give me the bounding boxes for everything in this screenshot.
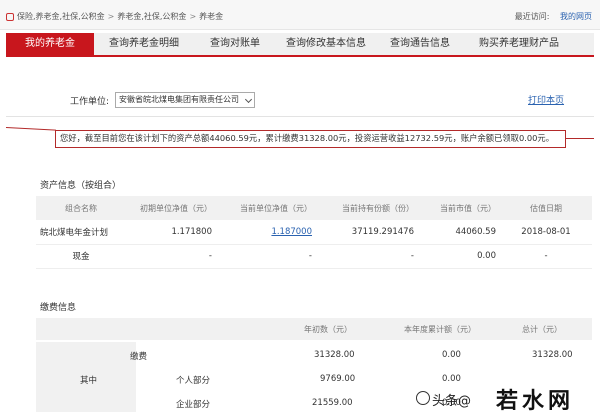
table-header-row: 年初数（元） 本年度累计额（元） 总计（元） — [36, 318, 592, 340]
column-header: 当前市值（元） — [418, 196, 500, 220]
unit-value-link[interactable]: 1.187000 — [271, 227, 312, 237]
table-cell: 0.00 — [442, 350, 461, 360]
tab-my-pension[interactable]: 我的养老金 — [6, 33, 94, 55]
table-cell: - — [410, 251, 414, 261]
row-label: 其中 — [80, 376, 98, 386]
table-cell: 2018-08-01 — [521, 226, 571, 237]
asset-section-title: 资产信息（按组合） — [40, 181, 122, 191]
chevron-down-icon — [245, 95, 253, 104]
contribution-section-title: 缴费信息 — [40, 303, 77, 313]
main-nav: 我的养老金 查询养老金明细 查询对账单 查询修改基本信息 查询通告信息 购买养老… — [6, 33, 594, 57]
column-header: 当前单位净值（元） — [216, 196, 316, 220]
breadcrumb-separator: > — [107, 12, 115, 21]
table-cell: 现金 — [72, 252, 90, 262]
column-header: 初期单位净值（元） — [126, 196, 216, 220]
notice-border-line — [566, 138, 594, 139]
top-bar: 保险,养老金,社保,公积金 > 养老金,社保,公积金 > 养老金 最近访问: 我… — [0, 0, 600, 30]
table-row: 现金 - - - 0.00 - — [36, 244, 592, 268]
table-cell: 1.187000 — [216, 220, 316, 244]
table-row: 缴费 31328.00 0.00 31328.00 — [36, 344, 592, 366]
row-label: 缴费 — [130, 352, 148, 362]
print-link[interactable]: 打印本页 — [528, 93, 564, 106]
table-cell: - — [208, 251, 212, 261]
column-header: 本年度累计额（元） — [404, 325, 476, 334]
asset-summary-notice: 您好，截至目前您在该计划下的资产总额44060.59元，累计缴费31328.00… — [55, 130, 566, 148]
watermark-left-text: 头条@ — [432, 394, 472, 409]
table-cell: 31328.00 — [532, 350, 573, 360]
column-header: 组合名称 — [36, 196, 126, 220]
work-unit-select[interactable]: 安徽省皖北煤电集团有限责任公司 — [115, 92, 256, 108]
table-cell: - — [544, 251, 548, 261]
column-header: 年初数（元） — [304, 325, 352, 334]
work-unit-row: 工作单位: 安徽省皖北煤电集团有限责任公司 — [70, 92, 256, 108]
tab-statement[interactable]: 查询对账单 — [194, 33, 276, 55]
home-icon — [6, 12, 14, 21]
table-row: 皖北煤电年金计划 1.171800 1.187000 37119.291476 … — [36, 220, 592, 244]
column-header: 总计（元） — [522, 325, 562, 334]
table-cell: 37119.291476 — [351, 226, 414, 237]
breadcrumb-item-3: 养老金 — [199, 12, 224, 21]
tab-basic-info[interactable]: 查询修改基本信息 — [276, 33, 376, 55]
row-sublabel: 个人部分 — [176, 376, 211, 386]
row-sublabel: 企业部分 — [176, 400, 211, 410]
table-cell: 0.00 — [477, 251, 496, 261]
tab-buy-products[interactable]: 购买养老理财产品 — [464, 33, 574, 55]
column-header: 估值日期 — [500, 196, 592, 220]
watermark: 头条@ 若水网 — [416, 382, 596, 412]
watermark-right-text: 若水网 — [496, 389, 575, 412]
recent-visit: 最近访问: 我的网页 — [515, 11, 592, 22]
recent-visit-label: 最近访问: — [514, 12, 550, 21]
work-unit-label: 工作单位: — [70, 96, 110, 107]
asset-table: 组合名称 初期单位净值（元） 当前单位净值（元） 当前持有份额（份） 当前市值（… — [36, 196, 592, 269]
table-cell: 21559.00 — [312, 398, 353, 408]
tab-notices[interactable]: 查询通告信息 — [376, 33, 464, 55]
table-cell: 皖北煤电年金计划 — [40, 227, 109, 238]
table-cell: 9769.00 — [320, 374, 356, 384]
breadcrumb: 保险,养老金,社保,公积金 > 养老金,社保,公积金 > 养老金 — [6, 11, 223, 22]
table-header-row: 组合名称 初期单位净值（元） 当前单位净值（元） 当前持有份额（份） 当前市值（… — [36, 196, 592, 220]
breadcrumb-item-2[interactable]: 养老金,社保,公积金 — [117, 11, 186, 22]
divider — [6, 116, 594, 117]
table-cell: 1.171800 — [171, 226, 212, 237]
tab-pension-details[interactable]: 查询养老金明细 — [94, 33, 194, 55]
column-header: 当前持有份额（份） — [316, 196, 418, 220]
notice-border-line — [5, 127, 56, 131]
recent-visit-link[interactable]: 我的网页 — [560, 12, 592, 21]
watermark-logo-icon — [416, 391, 430, 405]
breadcrumb-item-1[interactable]: 保险,养老金,社保,公积金 — [17, 11, 105, 22]
work-unit-value: 安徽省皖北煤电集团有限责任公司 — [119, 95, 240, 104]
table-cell: 44060.59 — [455, 226, 496, 237]
breadcrumb-separator: > — [189, 12, 197, 21]
table-cell: 31328.00 — [314, 350, 355, 360]
table-cell: - — [308, 251, 312, 261]
